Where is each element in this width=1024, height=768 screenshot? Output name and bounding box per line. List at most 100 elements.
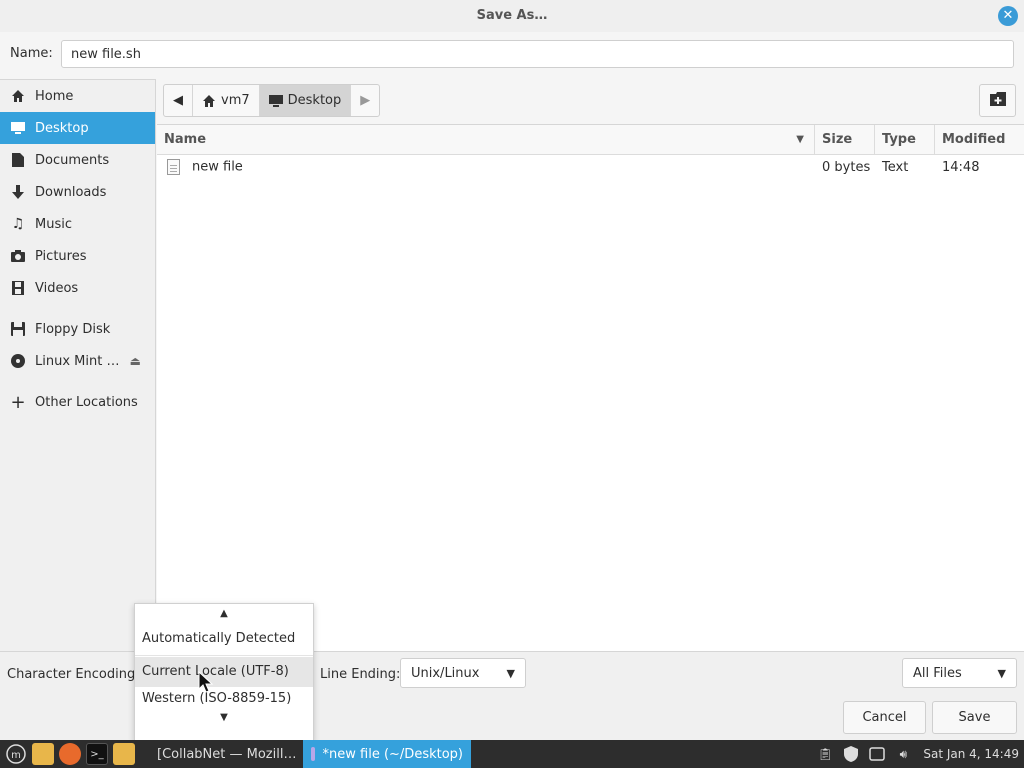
text-file-icon [167, 159, 180, 175]
chevron-down-icon: ▼ [506, 666, 515, 680]
home-icon [10, 88, 26, 104]
path-segment-label: vm7 [221, 93, 250, 108]
disc-icon [10, 353, 26, 369]
clipboard-icon[interactable]: 📋︎ [815, 744, 835, 764]
file-modified-cell: 14:48 [942, 159, 980, 175]
folder-launcher-icon[interactable] [113, 743, 135, 765]
column-label: Modified [942, 132, 1006, 147]
path-segment-label: Desktop [287, 93, 342, 108]
scroll-down-button[interactable]: ▼ [135, 711, 313, 729]
file-size-cell: 0 bytes [822, 159, 871, 175]
name-row: Name: [10, 40, 1014, 68]
sidebar-item-label: Home [35, 88, 74, 104]
filename-input[interactable] [61, 40, 1014, 68]
arrow-down-icon: ▼ [220, 712, 228, 723]
sidebar-item-label: Other Locations [35, 394, 138, 410]
sidebar-item-label: Floppy Disk [35, 321, 111, 337]
desktop-icon [268, 94, 283, 107]
path-forward-button[interactable]: ▶ [351, 85, 379, 116]
sidebar-separator [0, 304, 155, 313]
line-ending-value: Unix/Linux [411, 665, 480, 681]
path-bar: ◀ vm7 Desktop ▶ [163, 84, 381, 117]
column-header-size[interactable]: Size [815, 125, 875, 154]
system-tray: 📋︎ 🔊︎ Sat Jan 4, 14:49 [815, 740, 1024, 768]
sidebar-item-label: Music [35, 216, 72, 232]
chevron-left-icon: ◀ [173, 93, 183, 108]
sidebar-item-pictures[interactable]: Pictures [0, 240, 155, 272]
column-header-name[interactable]: Name ▼ [157, 125, 815, 154]
sort-descending-icon: ▼ [796, 134, 804, 145]
sidebar-item-other-locations[interactable]: + Other Locations [0, 386, 155, 418]
file-name: new file [192, 159, 243, 175]
music-icon: ♫ [11, 216, 25, 232]
eject-icon[interactable]: ⏏ [130, 354, 141, 368]
dialog-title: Save As… [476, 8, 548, 23]
text-editor-icon [311, 747, 315, 761]
sidebar-separator [0, 377, 155, 386]
path-back-button[interactable]: ◀ [164, 85, 193, 116]
sidebar-item-label: Downloads [35, 184, 107, 200]
chevron-right-icon: ▶ [360, 93, 371, 108]
downloads-icon [10, 184, 26, 200]
sidebar-item-label: Linux Mint … [35, 353, 120, 369]
firefox-launcher-icon[interactable] [59, 743, 81, 765]
file-name-cell: new file [157, 159, 815, 175]
close-icon: ✕ [1002, 8, 1014, 23]
task-text-editor[interactable]: *new file (~/Desktop) [303, 740, 471, 768]
sidebar-item-home[interactable]: Home [0, 80, 155, 112]
documents-icon [10, 152, 26, 168]
create-folder-button[interactable] [979, 84, 1016, 117]
sidebar-item-desktop[interactable]: Desktop [0, 112, 155, 144]
home-icon [202, 94, 216, 108]
scroll-up-button[interactable]: ▲ [135, 604, 313, 624]
sidebar-item-floppy-disk[interactable]: Floppy Disk [0, 313, 155, 345]
column-header-modified[interactable]: Modified [935, 125, 1024, 154]
floppy-icon [10, 321, 26, 337]
pictures-icon [10, 248, 26, 264]
file-row[interactable]: new file 0 bytes Text 14:48 [157, 155, 1024, 179]
places-sidebar: Home Desktop Documents Downloads ♫ Music [0, 79, 156, 651]
shield-icon[interactable] [841, 744, 861, 764]
file-list-header: Name ▼ Size Type Modified [157, 125, 1024, 155]
path-segment-desktop[interactable]: Desktop [259, 85, 352, 116]
sidebar-item-downloads[interactable]: Downloads [0, 176, 155, 208]
sidebar-item-label: Videos [35, 280, 79, 296]
sidebar-item-videos[interactable]: Videos [0, 272, 155, 304]
save-as-dialog: Save As… ✕ Name: Home Desktop Documents [0, 0, 1024, 741]
file-filter-select[interactable]: All Files ▼ [902, 658, 1017, 688]
plus-icon: + [10, 391, 26, 413]
name-label: Name: [10, 46, 53, 61]
clock[interactable]: Sat Jan 4, 14:49 [923, 747, 1019, 761]
sidebar-item-documents[interactable]: Documents [0, 144, 155, 176]
network-icon[interactable] [867, 744, 887, 764]
line-ending-select[interactable]: Unix/Linux ▼ [400, 658, 526, 688]
file-list: Name ▼ Size Type Modified new file 0 byt… [157, 124, 1024, 651]
terminal-launcher-icon[interactable]: >_ [86, 743, 108, 765]
chevron-down-icon: ▼ [997, 666, 1006, 680]
task-firefox[interactable]: [CollabNet — Mozill… [141, 740, 303, 768]
desktop-icon [10, 120, 26, 136]
column-label: Name [164, 132, 207, 147]
column-header-type[interactable]: Type [875, 125, 935, 154]
encoding-option-current-locale[interactable]: Current Locale (UTF-8) [135, 657, 313, 687]
cancel-button[interactable]: Cancel [843, 701, 926, 734]
column-label: Size [822, 132, 853, 147]
file-filter-value: All Files [913, 665, 962, 681]
mint-menu-button[interactable]: m [5, 743, 27, 765]
menu-separator [135, 655, 313, 656]
character-encoding-label: Character Encoding: [7, 667, 140, 682]
encoding-option-auto[interactable]: Automatically Detected [135, 624, 313, 654]
close-button[interactable]: ✕ [998, 6, 1018, 26]
dialog-titlebar: Save As… ✕ [0, 0, 1024, 32]
save-button[interactable]: Save [932, 701, 1017, 734]
files-launcher-icon[interactable] [32, 743, 54, 765]
taskbar: m >_ [CollabNet — Mozill… *new file (~/D… [0, 740, 1024, 768]
sidebar-item-label: Desktop [35, 120, 89, 136]
sidebar-item-label: Documents [35, 152, 110, 168]
path-segment-vm7[interactable]: vm7 [193, 85, 260, 116]
encoding-option-western[interactable]: Western (ISO-8859-15) [135, 687, 313, 711]
sidebar-item-music[interactable]: ♫ Music [0, 208, 155, 240]
task-label: *new file (~/Desktop) [322, 746, 463, 762]
volume-icon[interactable]: 🔊︎ [893, 744, 913, 764]
sidebar-item-linux-mint[interactable]: Linux Mint … ⏏ [0, 345, 155, 377]
